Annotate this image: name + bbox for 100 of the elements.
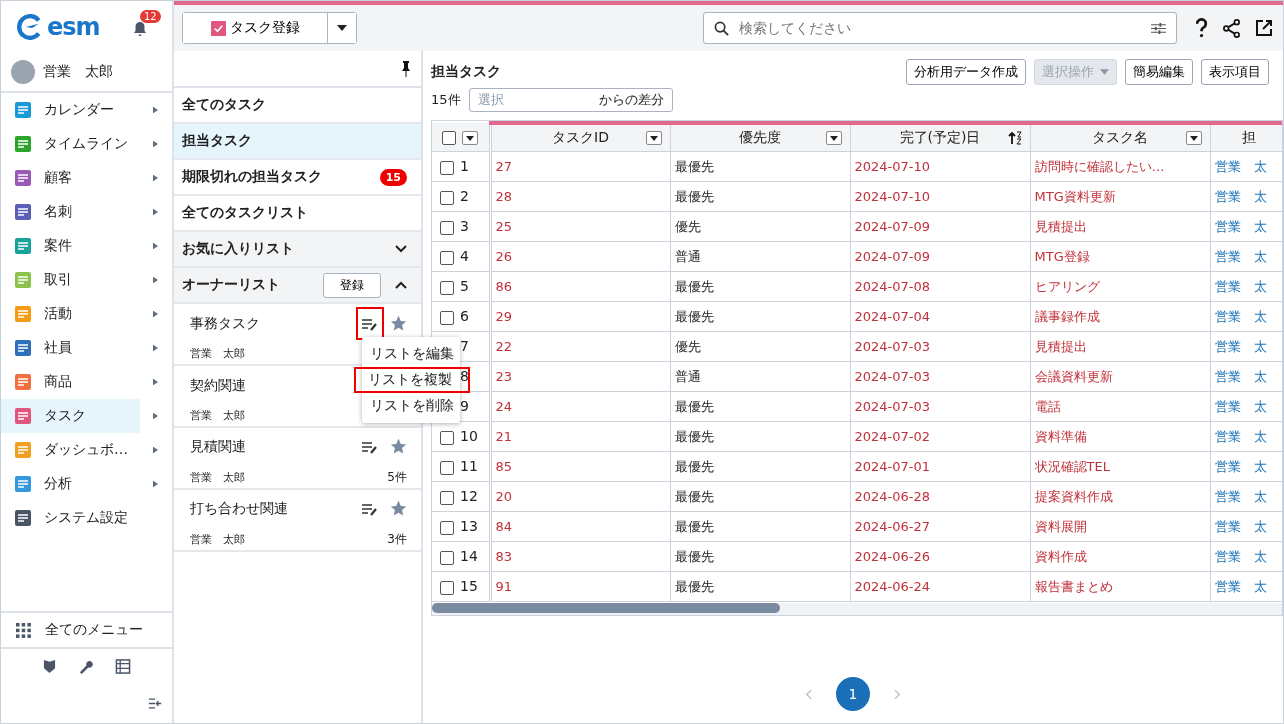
task-name-link[interactable]: 提案資料作成 [1034,488,1113,504]
assignee-link[interactable]: 営業 太 [1214,488,1267,504]
section-header[interactable]: お気に入りリスト [174,232,421,268]
task-id-link[interactable]: 27 [495,159,513,174]
task-name-link[interactable]: 議事録作成 [1034,308,1100,324]
row-checkbox[interactable] [440,160,454,175]
column-header[interactable]: タスクID [490,123,670,152]
task-id-link[interactable]: 20 [495,489,513,504]
column-header[interactable]: 担 [1210,123,1282,152]
assignee-link[interactable]: 営業 太 [1214,458,1267,474]
task-id-link[interactable]: 84 [495,519,513,534]
task-name-link[interactable]: MTG登録 [1034,248,1090,264]
task-name-link[interactable]: 資料準備 [1034,428,1087,444]
external-link-icon[interactable] [1255,19,1273,37]
list-view-item[interactable]: 期限切れの担当タスク 15 [174,160,421,196]
nav-item[interactable]: ダッシュボ… [1,433,172,467]
task-name-link[interactable]: 資料展開 [1034,518,1087,534]
assignee-link[interactable]: 営業 太 [1214,578,1267,594]
task-name-link[interactable]: ヒアリング [1034,278,1100,294]
column-header[interactable]: タスク名 [1030,123,1210,152]
task-id-link[interactable]: 26 [495,249,513,264]
list-view-item[interactable]: 担当タスク [174,124,421,160]
filter-dropdown-button[interactable] [645,131,662,145]
row-checkbox[interactable] [440,430,454,445]
task-name-link[interactable]: 見積提出 [1034,218,1087,234]
pin-icon[interactable] [401,60,411,77]
assignee-link[interactable]: 営業 太 [1214,548,1267,564]
task-id-link[interactable]: 83 [495,549,513,564]
nav-item[interactable]: 商品 [1,365,172,399]
task-id-link[interactable]: 24 [495,399,513,414]
filter-dropdown-button[interactable] [1185,131,1202,145]
action-button[interactable]: 簡易編集 [1125,59,1193,85]
row-checkbox[interactable] [440,220,454,235]
assignee-link[interactable]: 営業 太 [1214,188,1267,204]
task-id-link[interactable]: 22 [495,339,513,354]
task-name-link[interactable]: 資料作成 [1034,548,1087,564]
task-id-link[interactable]: 23 [495,369,513,384]
wrench-icon[interactable] [77,658,93,674]
bell-icon[interactable] [132,19,148,38]
filter-sliders-icon[interactable] [1151,21,1166,35]
task-name-link[interactable]: 訪問時に確認したい… [1034,158,1165,174]
nav-item[interactable]: タイムライン [1,127,172,161]
row-checkbox[interactable] [440,190,454,205]
nav-item[interactable]: 社員 [1,331,172,365]
column-header[interactable]: 優先度 [670,123,850,152]
task-id-link[interactable]: 28 [495,189,513,204]
task-name-link[interactable]: 報告書まとめ [1034,578,1113,594]
task-id-link[interactable]: 86 [495,279,513,294]
table-icon[interactable] [114,658,131,674]
row-checkbox[interactable] [440,490,454,505]
star-icon[interactable] [390,315,407,332]
chevron-up-icon[interactable] [395,281,407,289]
section-header[interactable]: オーナーリスト 登録 [174,268,421,304]
user-name[interactable]: 営業 太郎 [43,63,113,81]
assignee-link[interactable]: 営業 太 [1214,398,1267,414]
assignee-link[interactable]: 営業 太 [1214,218,1267,234]
row-checkbox[interactable] [440,250,454,265]
nav-item[interactable]: 活動 [1,297,172,331]
star-icon[interactable] [390,438,407,455]
row-checkbox[interactable] [440,520,454,535]
select-all-checkbox[interactable] [442,131,457,145]
page-number-button[interactable]: 1 [836,677,870,711]
task-name-link[interactable]: 会議資料更新 [1034,368,1113,384]
task-name-link[interactable]: 見積提出 [1034,338,1087,354]
task-id-link[interactable]: 21 [495,429,513,444]
assignee-link[interactable]: 営業 太 [1214,248,1267,264]
share-icon[interactable] [1222,18,1241,38]
scrollbar-thumb[interactable] [432,603,780,613]
row-checkbox[interactable] [440,310,454,325]
column-header[interactable]: 完了(予定)日 [850,123,1030,152]
task-name-link[interactable]: 状況確認TEL [1034,458,1110,474]
menu-item[interactable]: リストを編集 [362,341,460,367]
task-id-link[interactable]: 91 [495,579,513,594]
chevron-down-icon[interactable] [395,245,407,253]
assignee-link[interactable]: 営業 太 [1214,428,1267,444]
assignee-link[interactable]: 営業 太 [1214,308,1267,324]
nav-item[interactable]: 取引 [1,263,172,297]
search-input[interactable]: 検索してください [737,19,1143,37]
menu-item[interactable]: リストを削除 [362,393,460,419]
nav-item[interactable]: 顧客 [1,161,172,195]
sort-ascending-icon[interactable] [1007,131,1022,145]
assignee-link[interactable]: 営業 太 [1214,338,1267,354]
assignee-link[interactable]: 営業 太 [1214,368,1267,384]
dropdown-button[interactable] [462,131,479,145]
collapse-icon[interactable] [148,696,162,710]
assignee-link[interactable]: 営業 太 [1214,278,1267,294]
task-name-link[interactable]: 電話 [1034,398,1061,414]
help-icon[interactable] [1195,18,1208,38]
task-id-link[interactable]: 29 [495,309,513,324]
nav-item[interactable]: カレンダー [1,93,172,127]
task-name-link[interactable]: MTG資料更新 [1034,188,1116,204]
nav-item[interactable]: 名刺 [1,195,172,229]
task-id-link[interactable]: 25 [495,219,513,234]
row-checkbox[interactable] [440,460,454,475]
filter-dropdown-button[interactable] [825,131,842,145]
task-id-link[interactable]: 85 [495,459,513,474]
search-field[interactable]: 検索してください [703,12,1177,44]
shield-icon[interactable] [42,658,56,674]
row-checkbox[interactable] [440,580,454,595]
nav-item[interactable]: 分析 [1,467,172,501]
